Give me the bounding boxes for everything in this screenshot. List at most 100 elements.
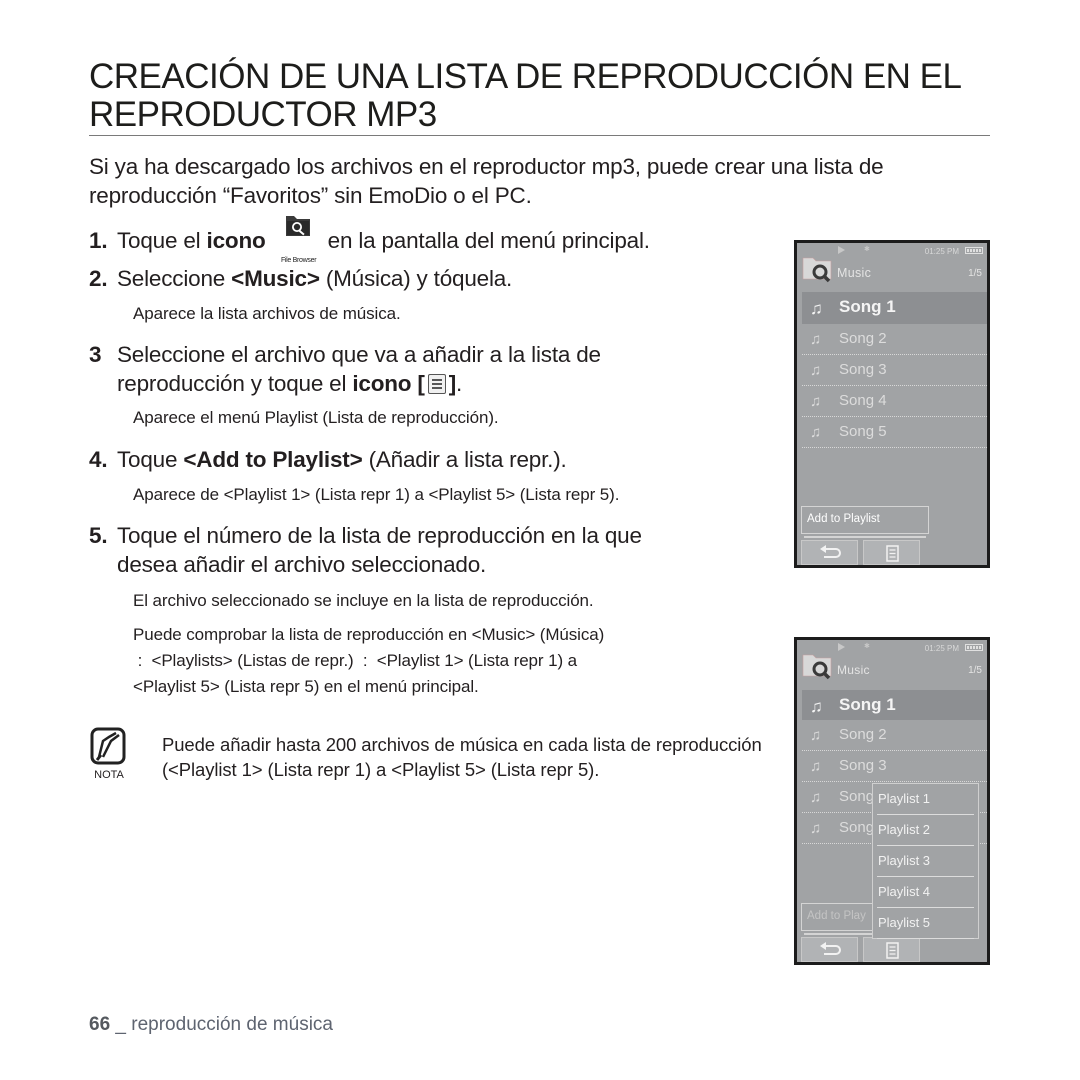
bluetooth-icon: ✱	[864, 246, 870, 253]
back-arrow-icon	[820, 942, 841, 955]
music-note-icon: ♫	[810, 362, 822, 379]
bluetooth-icon: ✱	[864, 643, 870, 650]
music-note-icon: ♫	[810, 758, 822, 775]
song-label: Song 5	[839, 423, 887, 440]
step-text: (Añadir a lista repr.).	[362, 447, 567, 472]
step-5: 5. Toque el número de la lista de reprodu…	[89, 521, 642, 579]
header-count: 1/5	[968, 268, 982, 279]
intro-paragraph: Si ya ha descargado los archivos en el r…	[89, 154, 884, 208]
song-item[interactable]: ♫ Song 3	[802, 355, 987, 386]
playlist-option-5[interactable]: Playlist 5	[877, 908, 974, 939]
page-footer: 66 _ reproducción de música	[89, 1014, 333, 1036]
step-3: 3 Seleccione el archivo que va a añadir a…	[89, 340, 601, 398]
music-note-icon: ♫	[810, 697, 823, 716]
menu-button[interactable]	[863, 937, 920, 962]
device-screen-playlist-menu: ✱ 01:25 PM Music 1/5 ♫ Song 1 ♫ Song 2 ♫ So…	[794, 637, 990, 965]
back-button[interactable]	[801, 540, 858, 565]
playlist-label: Playlist 3	[878, 853, 931, 868]
step-text: (Música) y tóquela.	[319, 266, 513, 291]
info-line: Puede comprobar la lista de reproducción…	[133, 625, 605, 644]
playlist-label: Playlist 5	[878, 915, 931, 930]
step-number: 4.	[89, 447, 108, 472]
music-note-icon: ♫	[810, 789, 822, 806]
song-item-selected[interactable]: ♫ Song 1	[802, 292, 987, 324]
step-4: 4. Toque <Add to Playlist> (Añadir a list…	[89, 445, 567, 474]
song-item-selected[interactable]: ♫ Song 1	[802, 690, 987, 720]
playlist-label: Playlist 1	[878, 791, 931, 806]
song-item[interactable]: ♫ Song 3	[802, 751, 987, 782]
step-3-result: Aparece el menú Playlist (Lista de repro…	[133, 408, 499, 427]
song-label: Song	[839, 788, 875, 805]
folder-search-icon	[801, 253, 835, 288]
step-bold-text: icono	[206, 228, 266, 253]
song-label: Song 3	[839, 757, 887, 774]
device-screen-song-list: ✱ 01:25 PM Music 1/5 ♫ Song 1 ♫ Song 2 ♫ So…	[794, 240, 990, 568]
battery-icon	[965, 247, 983, 254]
step-bold-text: ]	[448, 371, 457, 396]
playlist-option-1[interactable]: Playlist 1	[877, 784, 974, 815]
back-button[interactable]	[801, 937, 858, 962]
step-1: 1. Toque el icono File Browser en la pant…	[89, 216, 650, 264]
back-arrow-icon	[820, 545, 841, 558]
option-label: Add to Playlist	[807, 513, 880, 525]
step-text: Toque el número de la lista de reproducc…	[117, 523, 642, 548]
step-number: 1.	[89, 228, 108, 253]
title-divider	[89, 135, 990, 136]
playlist-option-3[interactable]: Playlist 3	[877, 846, 974, 877]
music-note-icon: ♫	[810, 820, 822, 837]
playlist-option-2[interactable]: Playlist 2	[877, 815, 974, 846]
step-text: reproducción y toque el	[117, 371, 353, 396]
info-line: <Playlist 5> (Lista repr 5) en el menú p…	[133, 677, 479, 696]
menu-button[interactable]	[863, 540, 920, 565]
playlist-label: Playlist 2	[878, 822, 931, 837]
note-text: Puede añadir hasta 200 archivos de músic…	[162, 734, 762, 780]
step-bold-text: <Music>	[231, 266, 320, 291]
song-label: Song 2	[839, 726, 887, 743]
playlist-option-4[interactable]: Playlist 4	[877, 877, 974, 908]
page-title: CREACIÓN DE UNA LISTA DE REPRODUCCIÓN EN…	[89, 57, 961, 134]
header-label: Music	[837, 663, 870, 677]
status-time: 01:25 PM	[924, 247, 959, 256]
note-label: NOTA	[94, 769, 124, 781]
step-text: Toque	[117, 447, 184, 472]
play-status-icon	[838, 246, 845, 254]
menu-icon	[886, 942, 899, 959]
song-item[interactable]: ♫ Song 5	[802, 417, 987, 448]
footer-separator: _	[110, 1014, 132, 1035]
playlist-label: Playlist 4	[878, 884, 931, 899]
step-text: Seleccione el archivo que va a añadir a …	[117, 342, 601, 367]
play-status-icon	[838, 643, 845, 651]
song-item[interactable]: ♫ Song 2	[802, 324, 987, 355]
song-label: Song 2	[839, 330, 887, 347]
menu-icon	[427, 374, 446, 394]
song-label: Song 1	[839, 297, 896, 316]
info-line: : <Playlists> (Listas de repr.) : <Playl…	[133, 651, 577, 670]
step-5-check-info: Puede comprobar la lista de reproducción…	[133, 622, 604, 700]
song-item[interactable]: ♫ Song 2	[802, 720, 987, 751]
file-browser-icon: File Browser	[272, 216, 322, 264]
footer-section: reproducción de música	[131, 1014, 333, 1035]
step-4-result: Aparece de <Playlist 1> (Lista repr 1) a…	[133, 485, 620, 504]
music-note-icon: ♫	[810, 424, 822, 441]
music-note-icon: ♫	[810, 727, 822, 744]
option-label: Add to Play	[807, 910, 866, 922]
folder-search-icon	[801, 650, 835, 685]
song-list: ♫ Song 1 ♫ Song 2 ♫ Song 3 ♫ Song 4 ♫ Song 5	[802, 292, 987, 448]
add-to-playlist-option[interactable]: Add to Playlist	[801, 506, 929, 538]
step-number: 5.	[89, 523, 108, 548]
status-time: 01:25 PM	[924, 644, 959, 653]
song-item[interactable]: ♫ Song 4	[802, 386, 987, 417]
step-bold-text: icono [	[352, 371, 425, 396]
step-2: 2. Seleccione <Music> (Música) y tóquela.	[89, 264, 512, 293]
music-note-icon: ♫	[810, 331, 822, 348]
step-text: .	[456, 371, 463, 396]
step-bold-text: <Add to Playlist>	[183, 447, 363, 472]
song-label: Song 1	[839, 695, 896, 714]
note-pencil-icon	[89, 727, 129, 772]
song-label: Song 4	[839, 392, 887, 409]
battery-icon	[965, 644, 983, 651]
song-label: Song	[839, 819, 875, 836]
step-2-result: Aparece la lista archivos de música.	[133, 304, 401, 323]
song-label: Song 3	[839, 361, 887, 378]
menu-icon	[886, 545, 899, 562]
